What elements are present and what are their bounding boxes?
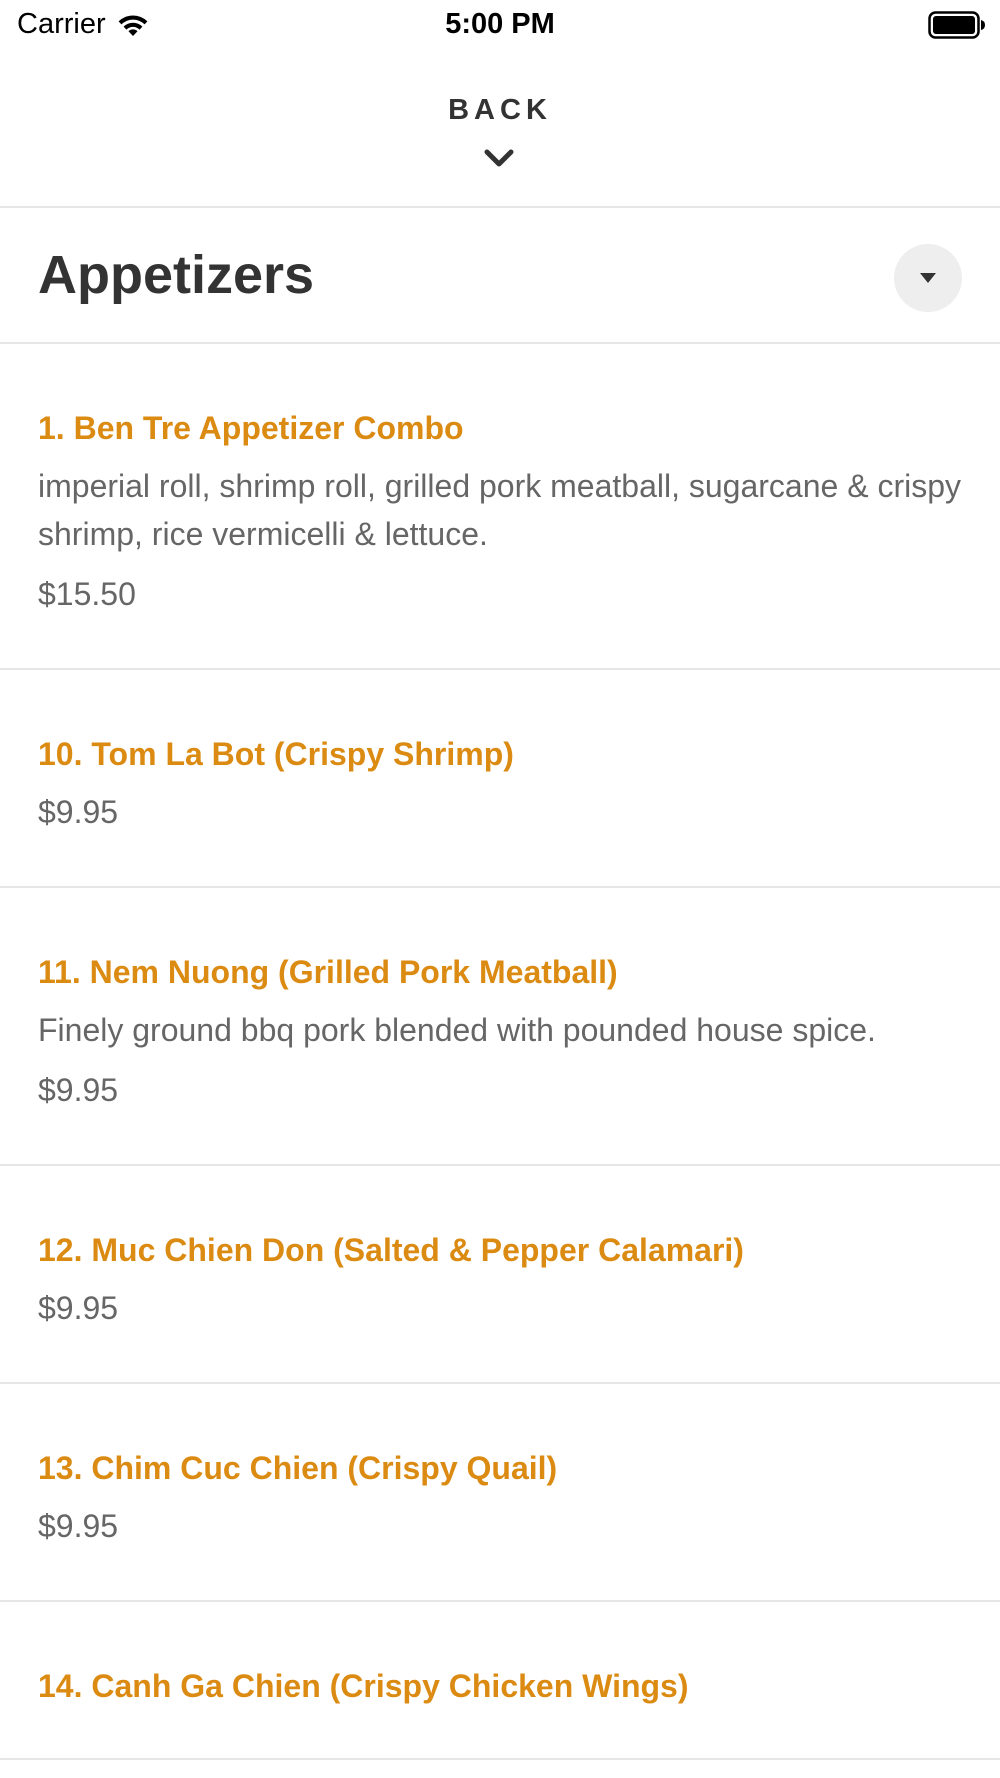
- status-bar: Carrier 5:00 PM: [0, 0, 1000, 50]
- back-label: BACK: [448, 94, 552, 126]
- menu-item-name: 12. Muc Chien Don (Salted & Pepper Calam…: [38, 1232, 744, 1268]
- status-time: 5:00 PM: [445, 8, 555, 40]
- menu-item-price: $9.95: [38, 1508, 119, 1544]
- menu-item[interactable]: 10. Tom La Bot (Crispy Shrimp) $9.95: [0, 670, 1000, 888]
- category-dropdown-button[interactable]: [894, 244, 962, 312]
- menu-item[interactable]: 1. Ben Tre Appetizer Combo imperial roll…: [0, 344, 1000, 670]
- battery-icon: [928, 11, 985, 39]
- chevron-down-icon: [484, 149, 514, 167]
- menu-list: 1. Ben Tre Appetizer Combo imperial roll…: [0, 344, 1000, 1760]
- menu-item-price: $15.50: [38, 576, 136, 612]
- menu-item-price: $9.95: [38, 1072, 119, 1108]
- menu-item-name: 10. Tom La Bot (Crispy Shrimp): [38, 736, 514, 772]
- menu-item-description: Finely ground bbq pork blended with poun…: [38, 1012, 876, 1048]
- menu-item[interactable]: 14. Canh Ga Chien (Crispy Chicken Wings): [0, 1602, 1000, 1760]
- menu-item-name: 1. Ben Tre Appetizer Combo: [38, 410, 464, 446]
- category-header: Appetizers: [0, 208, 1000, 344]
- menu-item-price: $9.95: [38, 794, 119, 830]
- back-button[interactable]: BACK: [0, 50, 1000, 208]
- menu-item-name: 13. Chim Cuc Chien (Crispy Quail): [38, 1450, 558, 1486]
- caret-down-icon: [920, 273, 936, 283]
- menu-item-description: imperial roll, shrimp roll, grilled pork…: [38, 468, 961, 552]
- category-title: Appetizers: [38, 245, 315, 305]
- menu-item[interactable]: 11. Nem Nuong (Grilled Pork Meatball) Fi…: [0, 888, 1000, 1166]
- menu-item[interactable]: 12. Muc Chien Don (Salted & Pepper Calam…: [0, 1166, 1000, 1384]
- menu-item-price: $9.95: [38, 1290, 119, 1326]
- menu-item[interactable]: 13. Chim Cuc Chien (Crispy Quail) $9.95: [0, 1384, 1000, 1602]
- menu-item-name: 14. Canh Ga Chien (Crispy Chicken Wings): [38, 1668, 689, 1704]
- menu-item-name: 11. Nem Nuong (Grilled Pork Meatball): [38, 954, 618, 990]
